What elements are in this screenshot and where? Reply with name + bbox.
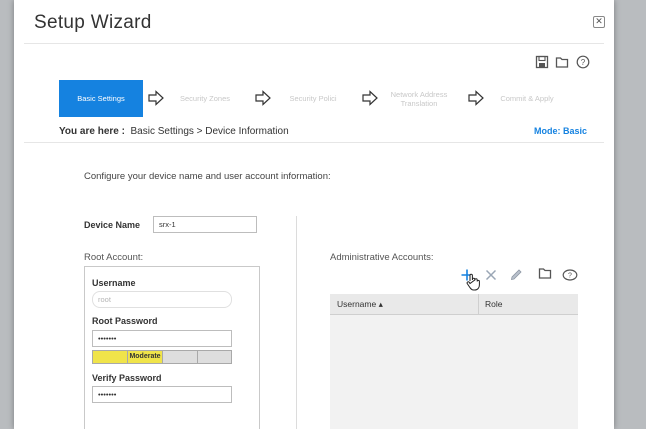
step-basic-settings[interactable]: Basic Settings [59,80,143,117]
setup-wizard-dialog: Setup Wizard ✕ ? Basic Settings Security… [14,0,614,429]
step-label: Network Address Translation [390,89,448,108]
verify-password-label: Verify Password [92,373,162,383]
root-account-label: Root Account: [84,252,144,263]
step-nat[interactable]: Network Address Translation [377,80,461,117]
svg-text:?: ? [568,273,572,280]
step-security-zones[interactable]: Security Zones [163,80,247,117]
strength-segment [197,351,198,363]
breadcrumb-prefix: You are here : [59,126,125,137]
root-password-input[interactable]: ••••••• [92,330,232,347]
breadcrumb-path: Basic Settings > Device Information [130,126,289,137]
admin-accounts-grid-header: Username ▴ Role [330,294,578,315]
view-icon[interactable]: ? [562,268,578,282]
arrow-right-icon [467,89,485,107]
folder-icon[interactable] [538,266,552,280]
column-separator [478,294,479,314]
breadcrumb-divider [24,142,604,143]
close-icon: ✕ [595,16,603,26]
username-input[interactable]: root [92,291,232,308]
edit-icon[interactable] [509,268,523,282]
step-label: Basic Settings [77,94,125,103]
save-icon[interactable] [535,55,549,69]
breadcrumb: You are here : Basic Settings > Device I… [59,126,289,137]
password-strength-meter: Moderate [92,350,232,364]
column-username[interactable]: Username ▴ [337,294,383,314]
dialog-title: Setup Wizard [34,12,152,33]
page-description: Configure your device name and user acco… [84,171,331,182]
verify-password-input[interactable]: ••••••• [92,386,232,403]
mode-indicator: Mode: Basic [534,126,588,136]
title-divider [24,43,604,44]
delete-icon[interactable] [484,268,498,282]
device-name-input[interactable]: srx-1 [153,216,257,233]
hand-cursor-icon [466,273,480,291]
step-security-policies[interactable]: Security Polici [271,80,355,117]
column-role[interactable]: Role [485,294,502,314]
step-label: Security Polici [289,94,337,103]
root-password-label: Root Password [92,316,158,326]
wizard-steps: Basic Settings Security Zones Security P… [59,80,579,117]
step-label: Commit & Apply [500,94,554,103]
close-button[interactable]: ✕ [593,16,605,28]
strength-label: Moderate [129,353,161,360]
arrow-right-icon [254,89,272,107]
column-divider [296,216,297,429]
help-icon[interactable]: ? [576,55,590,69]
step-label: Security Zones [179,94,231,103]
step-commit-apply[interactable]: Commit & Apply [485,80,569,117]
svg-text:?: ? [581,58,586,67]
open-folder-icon[interactable] [555,55,569,69]
username-label: Username [92,278,136,288]
admin-accounts-label: Administrative Accounts: [330,252,434,263]
device-name-label: Device Name [84,220,141,230]
admin-accounts-grid-body [330,315,578,429]
